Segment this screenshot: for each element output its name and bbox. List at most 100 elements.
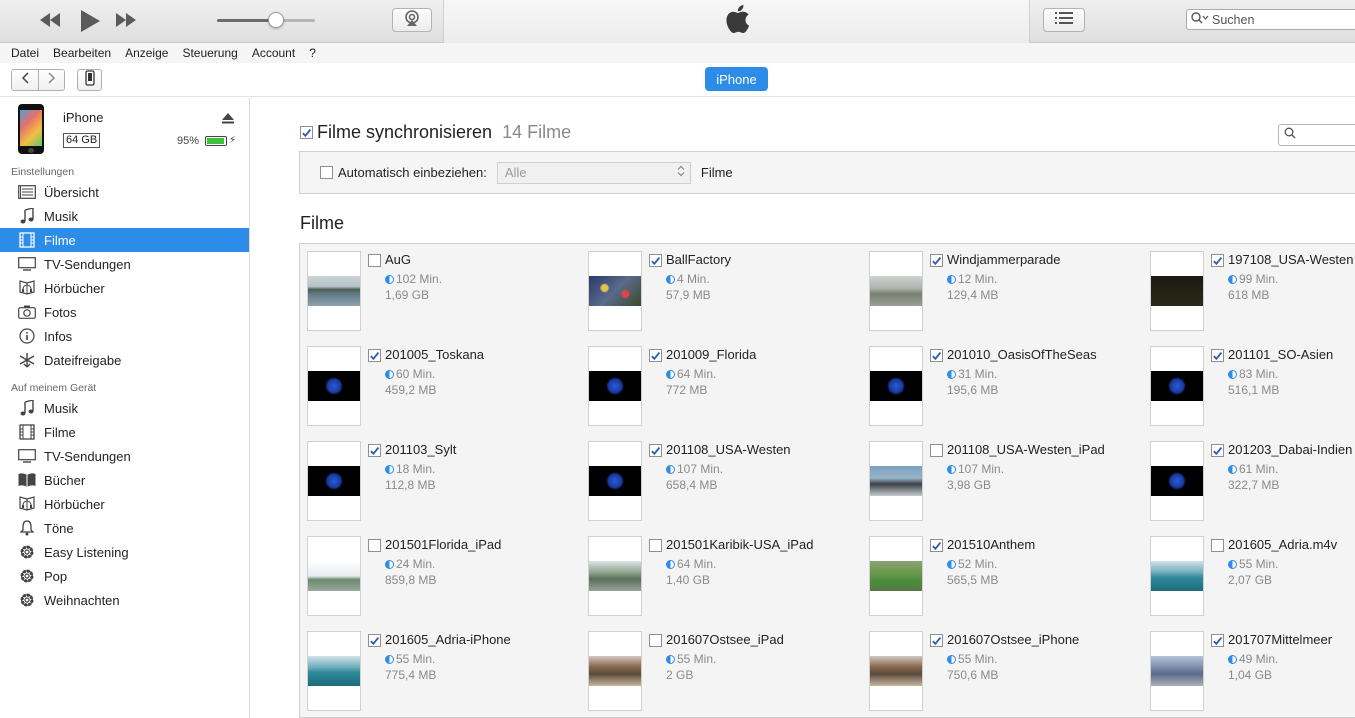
sidebar-item-filme[interactable]: Filme <box>0 228 249 252</box>
eject-button[interactable] <box>222 111 234 129</box>
movie-thumbnail[interactable] <box>869 536 923 616</box>
movie-tile[interactable]: Windjammerparade 12 Min. 129,4 MB <box>862 244 1142 331</box>
sidebar-item-hörbücher[interactable]: Hörbücher <box>0 276 249 300</box>
movie-tile[interactable]: 201103_Sylt 18 Min. 112,8 MB <box>300 434 580 521</box>
movie-checkbox[interactable] <box>1211 634 1224 647</box>
airplay-button[interactable] <box>392 8 432 32</box>
volume-knob[interactable] <box>267 12 284 28</box>
search-field[interactable] <box>1186 9 1355 30</box>
menu-account[interactable]: Account <box>245 46 302 60</box>
menu-anzeige[interactable]: Anzeige <box>118 46 175 60</box>
device-pill-iphone[interactable]: iPhone <box>705 67 768 91</box>
movie-tile[interactable]: 201005_Toskana 60 Min. 459,2 MB <box>300 339 580 426</box>
auto-include-checkbox[interactable] <box>320 166 333 179</box>
sidebar-device-item-hörbücher[interactable]: Hörbücher <box>0 492 249 516</box>
sidebar-item-übersicht[interactable]: Übersicht <box>0 180 249 204</box>
movie-checkbox[interactable] <box>1211 349 1224 362</box>
movie-checkbox[interactable] <box>368 539 381 552</box>
movie-thumbnail[interactable] <box>588 251 642 331</box>
menu-steuerung[interactable]: Steuerung <box>175 46 244 60</box>
sidebar-item-dateifreigabe[interactable]: Dateifreigabe <box>0 348 249 372</box>
movie-checkbox[interactable] <box>368 349 381 362</box>
movie-tile[interactable]: 201707Mittelmeer 49 Min. 1,04 GB <box>1143 624 1355 711</box>
movie-tile[interactable]: 201510Anthem 52 Min. 565,5 MB <box>862 529 1142 616</box>
movie-thumbnail[interactable] <box>307 536 361 616</box>
sidebar-device-item-pop[interactable]: Pop <box>0 564 249 588</box>
menu-bearbeiten[interactable]: Bearbeiten <box>46 46 118 60</box>
sync-movies-checkbox[interactable] <box>300 126 313 139</box>
movie-thumbnail[interactable] <box>307 631 361 711</box>
sidebar-device-item-bücher[interactable]: Bücher <box>0 468 249 492</box>
movie-thumbnail[interactable] <box>307 346 361 426</box>
device-button[interactable] <box>77 69 102 91</box>
movie-thumbnail[interactable] <box>1150 536 1204 616</box>
movie-tile[interactable]: 201605_Adria-iPhone 55 Min. 775,4 MB <box>300 624 580 711</box>
movie-thumbnail[interactable] <box>307 251 361 331</box>
menu-datei[interactable]: Datei <box>4 46 46 60</box>
movie-thumbnail[interactable] <box>1150 441 1204 521</box>
sidebar-device-item-filme[interactable]: Filme <box>0 420 249 444</box>
sidebar-item-musik[interactable]: Musik <box>0 204 249 228</box>
movie-thumbnail[interactable] <box>869 631 923 711</box>
movie-checkbox[interactable] <box>1211 444 1224 457</box>
sidebar-item-fotos[interactable]: Fotos <box>0 300 249 324</box>
search-input[interactable] <box>1212 12 1342 27</box>
sidebar-item-tv-sendungen[interactable]: TV-Sendungen <box>0 252 249 276</box>
movie-thumbnail[interactable] <box>307 441 361 521</box>
movies-search-field[interactable] <box>1278 124 1355 146</box>
movie-tile[interactable]: 201607Ostsee_iPhone 55 Min. 750,6 MB <box>862 624 1142 711</box>
movie-checkbox[interactable] <box>930 349 943 362</box>
movie-thumbnail[interactable] <box>869 346 923 426</box>
movie-tile[interactable]: 201607Ostsee_iPad 55 Min. 2 GB <box>581 624 861 711</box>
movie-tile[interactable]: AuG 102 Min. 1,69 GB <box>300 244 580 331</box>
movie-thumbnail[interactable] <box>869 251 923 331</box>
movie-checkbox[interactable] <box>1211 254 1224 267</box>
rewind-button[interactable] <box>38 8 62 32</box>
movie-checkbox[interactable] <box>368 254 381 267</box>
movie-tile[interactable]: 201108_USA-Westen 107 Min. 658,4 MB <box>581 434 861 521</box>
movie-checkbox[interactable] <box>368 444 381 457</box>
movie-checkbox[interactable] <box>1211 539 1224 552</box>
sidebar-device-item-tv-sendungen[interactable]: TV-Sendungen <box>0 444 249 468</box>
movie-tile[interactable]: 201605_Adria.m4v 55 Min. 2,07 GB <box>1143 529 1355 616</box>
movie-checkbox[interactable] <box>649 254 662 267</box>
auto-include-select[interactable]: Alle <box>496 161 691 184</box>
movie-checkbox[interactable] <box>930 444 943 457</box>
back-button[interactable] <box>12 70 38 90</box>
movie-checkbox[interactable] <box>930 254 943 267</box>
sidebar-device-item-musik[interactable]: Musik <box>0 396 249 420</box>
play-button[interactable] <box>78 8 102 34</box>
menu-help[interactable]: ? <box>302 46 323 60</box>
movie-checkbox[interactable] <box>930 634 943 647</box>
movie-thumbnail[interactable] <box>588 346 642 426</box>
movie-tile[interactable]: BallFactory 4 Min. 57,9 MB <box>581 244 861 331</box>
movie-tile[interactable]: 201010_OasisOfTheSeas 31 Min. 195,6 MB <box>862 339 1142 426</box>
movie-checkbox[interactable] <box>649 634 662 647</box>
movie-checkbox[interactable] <box>930 539 943 552</box>
movie-tile[interactable]: 201501Karibik-USA_iPad 64 Min. 1,40 GB <box>581 529 861 616</box>
volume-slider[interactable] <box>217 12 315 28</box>
movie-checkbox[interactable] <box>649 444 662 457</box>
movie-thumbnail[interactable] <box>1150 631 1204 711</box>
fast-forward-button[interactable] <box>114 8 138 32</box>
movie-tile[interactable]: 197108_USA-Westen 99 Min. 618 MB <box>1143 244 1355 331</box>
movie-tile[interactable]: 201108_USA-Westen_iPad 107 Min. 3,98 GB <box>862 434 1142 521</box>
movie-thumbnail[interactable] <box>1150 251 1204 331</box>
movie-checkbox[interactable] <box>368 634 381 647</box>
movie-tile[interactable]: 201009_Florida 64 Min. 772 MB <box>581 339 861 426</box>
up-next-list-button[interactable] <box>1043 8 1085 32</box>
movie-thumbnail[interactable] <box>869 441 923 521</box>
movie-checkbox[interactable] <box>649 349 662 362</box>
sidebar-item-infos[interactable]: Infos <box>0 324 249 348</box>
movie-thumbnail[interactable] <box>588 441 642 521</box>
movie-tile[interactable]: 201203_Dabai-Indien 61 Min. 322,7 MB <box>1143 434 1355 521</box>
sidebar-device-item-easy-listening[interactable]: Easy Listening <box>0 540 249 564</box>
movie-checkbox[interactable] <box>649 539 662 552</box>
sidebar-device-item-töne[interactable]: Töne <box>0 516 249 540</box>
movie-tile[interactable]: 201501Florida_iPad 24 Min. 859,8 MB <box>300 529 580 616</box>
movie-thumbnail[interactable] <box>588 536 642 616</box>
movie-thumbnail[interactable] <box>588 631 642 711</box>
movie-thumbnail[interactable] <box>1150 346 1204 426</box>
movie-tile[interactable]: 201101_SO-Asien 83 Min. 516,1 MB <box>1143 339 1355 426</box>
sidebar-device-item-weihnachten[interactable]: Weihnachten <box>0 588 249 612</box>
